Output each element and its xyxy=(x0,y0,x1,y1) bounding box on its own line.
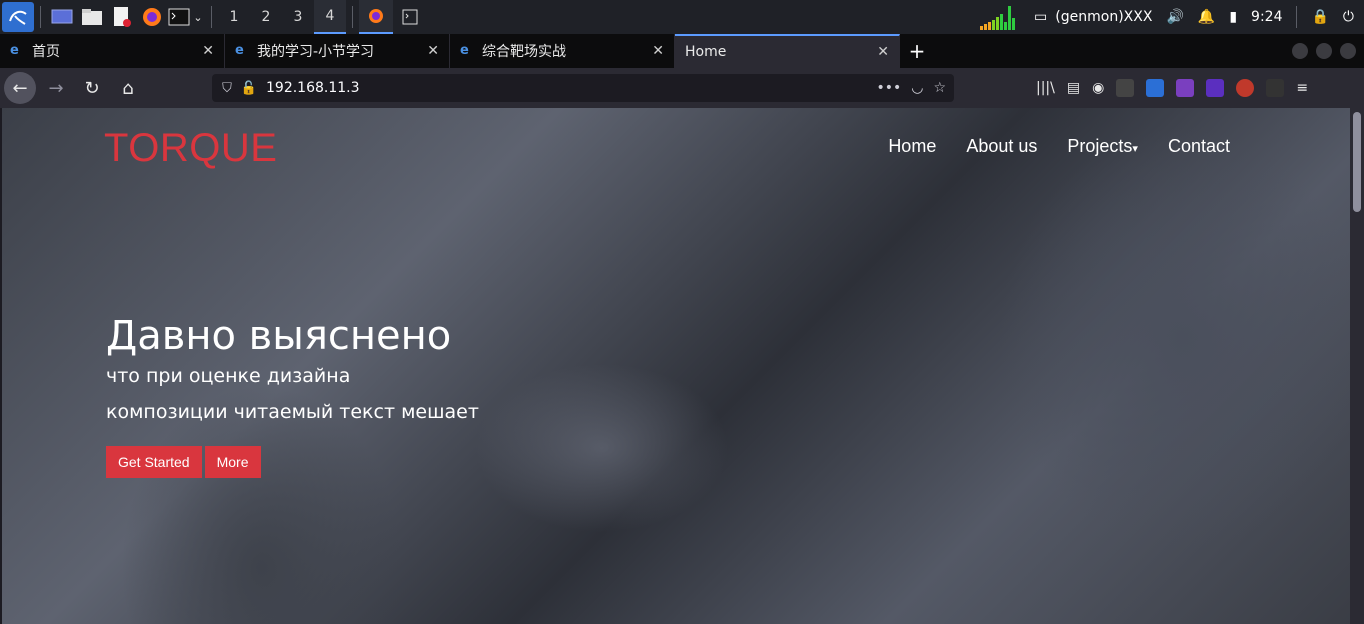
tab-home-active[interactable]: Home ✕ xyxy=(675,34,900,68)
workspace-1[interactable]: 1 xyxy=(218,0,250,34)
nav-projects-label: Projects xyxy=(1067,136,1133,156)
bookmark-star-icon[interactable]: ☆ xyxy=(933,80,946,96)
file-manager-icon[interactable] xyxy=(77,0,107,34)
window-controls xyxy=(1292,34,1364,68)
hat-extension-icon[interactable] xyxy=(1116,79,1135,97)
dark-extension-icon[interactable] xyxy=(1266,79,1285,97)
tray-separator xyxy=(1296,6,1298,28)
os-taskbar: ⌄ 1 2 3 4 ▭ (genmon)XXX 🔊 🔔 ▮ 9:24 🔒 ⏻ xyxy=(0,0,1364,34)
workspace-3[interactable]: 3 xyxy=(282,0,314,34)
site-favicon-icon: e xyxy=(460,43,469,58)
site-logo[interactable]: TORQUE xyxy=(104,126,277,171)
page-viewport: TORQUE Home About us Projects▾ Contact Д… xyxy=(2,108,1350,624)
notification-bell-icon[interactable]: 🔔 xyxy=(1198,9,1215,25)
battery-icon[interactable]: ▮ xyxy=(1229,9,1237,25)
nav-projects[interactable]: Projects▾ xyxy=(1067,136,1138,157)
tab-label: Home xyxy=(685,44,727,60)
forward-arrow-icon[interactable]: → xyxy=(40,72,72,104)
close-icon[interactable]: ✕ xyxy=(427,43,439,59)
nav-contact[interactable]: Contact xyxy=(1168,136,1230,157)
hero-subtitle-line-2: композиции читаемый текст мешает xyxy=(106,401,479,423)
volume-icon[interactable]: 🔊 xyxy=(1166,9,1183,25)
site-navigation: Home About us Projects▾ Contact xyxy=(888,136,1230,157)
hero-title: Давно выяснено xyxy=(106,313,452,359)
tab-label: 综合靶场实战 xyxy=(482,44,566,60)
minimize-button[interactable] xyxy=(1292,43,1308,59)
workspace-4[interactable]: 4 xyxy=(314,0,346,34)
red-extension-icon[interactable] xyxy=(1236,79,1255,97)
scrollbar-thumb[interactable] xyxy=(1353,112,1361,212)
taskbar-separator xyxy=(211,6,212,28)
close-icon[interactable]: ✕ xyxy=(652,43,664,59)
more-button[interactable]: More xyxy=(204,446,261,478)
firefox-launcher-icon[interactable] xyxy=(137,0,167,34)
close-icon[interactable]: ✕ xyxy=(202,43,214,59)
maximize-button[interactable] xyxy=(1316,43,1332,59)
tab-home-cn[interactable]: e 首页 ✕ xyxy=(0,34,225,68)
tab-label: 首页 xyxy=(32,44,60,60)
insecure-lock-icon[interactable]: 🔓 xyxy=(238,81,260,96)
nav-about[interactable]: About us xyxy=(966,136,1037,157)
tab-label: 我的学习-小节学习 xyxy=(257,44,375,60)
get-started-button[interactable]: Get Started xyxy=(106,446,202,478)
clock[interactable]: 9:24 xyxy=(1251,9,1282,25)
home-icon[interactable]: ⌂ xyxy=(112,72,144,104)
pocket-icon[interactable]: ◡ xyxy=(911,80,923,96)
menu-icon[interactable]: ≡ xyxy=(1296,80,1308,96)
chevron-down-icon[interactable]: ⌄ xyxy=(191,0,205,34)
genmon-icon: ▭ xyxy=(1034,9,1048,25)
taskbar-separator xyxy=(352,6,353,28)
genmon-label: (genmon)XXX xyxy=(1055,9,1153,25)
lock-icon[interactable]: 🔒 xyxy=(1311,9,1328,25)
close-icon[interactable]: ✕ xyxy=(877,44,889,60)
hero-section: Давно выяснено что при оценке дизайна ко… xyxy=(106,314,479,478)
tab-range-practice[interactable]: e 综合靶场实战 ✕ xyxy=(450,34,675,68)
caret-down-icon: ▾ xyxy=(1132,143,1138,155)
nav-home[interactable]: Home xyxy=(888,136,936,157)
genmon-widget[interactable]: ▭ (genmon)XXX xyxy=(1034,9,1152,25)
browser-toolbar: ← → ↻ ⌂ ⛉ 🔓 192.168.11.3 ••• ◡ ☆ |||\ ▤ … xyxy=(0,68,1364,108)
library-icon[interactable]: |||\ xyxy=(1036,80,1055,96)
site-favicon-icon: e xyxy=(10,43,19,58)
desktop-icon[interactable] xyxy=(47,0,77,34)
reload-icon[interactable]: ↻ xyxy=(76,72,108,104)
system-tray: ▭ (genmon)XXX 🔊 🔔 ▮ 9:24 🔒 ⏻ xyxy=(980,4,1364,30)
kali-menu-icon[interactable] xyxy=(2,2,34,32)
back-arrow-icon[interactable]: ← xyxy=(4,72,36,104)
tab-my-study[interactable]: e 我的学习-小节学习 ✕ xyxy=(225,34,450,68)
account-icon[interactable]: ◉ xyxy=(1092,80,1104,96)
sidebar-icon[interactable]: ▤ xyxy=(1067,80,1080,96)
page-actions-icon[interactable]: ••• xyxy=(876,80,901,96)
browser-tab-strip: e 首页 ✕ e 我的学习-小节学习 ✕ e 综合靶场实战 ✕ Home ✕ + xyxy=(0,34,1364,68)
power-icon[interactable]: ⏻ xyxy=(1343,9,1354,25)
hero-buttons: Get Started More xyxy=(106,446,479,478)
workspace-2[interactable]: 2 xyxy=(250,0,282,34)
page-scrollbar[interactable] xyxy=(1350,108,1364,624)
purple-extension-icon[interactable] xyxy=(1176,79,1195,97)
badge-extension-icon[interactable] xyxy=(1206,79,1225,97)
site-favicon-icon: e xyxy=(235,43,244,58)
terminal-launcher-icon[interactable] xyxy=(167,0,191,34)
network-graph-icon xyxy=(980,6,1016,30)
taskbar-separator xyxy=(40,6,41,28)
address-bar[interactable]: ⛉ 🔓 192.168.11.3 ••• ◡ ☆ xyxy=(212,74,954,102)
hero-subtitle-line-1: что при оценке дизайна xyxy=(106,365,351,387)
toolbar-extensions: |||\ ▤ ◉ ≡ xyxy=(1036,74,1308,102)
close-window-button[interactable] xyxy=(1340,43,1356,59)
terminal-window-button[interactable] xyxy=(393,0,427,34)
new-tab-button[interactable]: + xyxy=(900,34,934,68)
url-text[interactable]: 192.168.11.3 xyxy=(266,80,876,96)
text-editor-icon[interactable] xyxy=(107,0,137,34)
z-extension-icon[interactable] xyxy=(1146,79,1165,97)
shield-icon[interactable]: ⛉ xyxy=(216,81,238,96)
firefox-window-button[interactable] xyxy=(359,0,393,34)
